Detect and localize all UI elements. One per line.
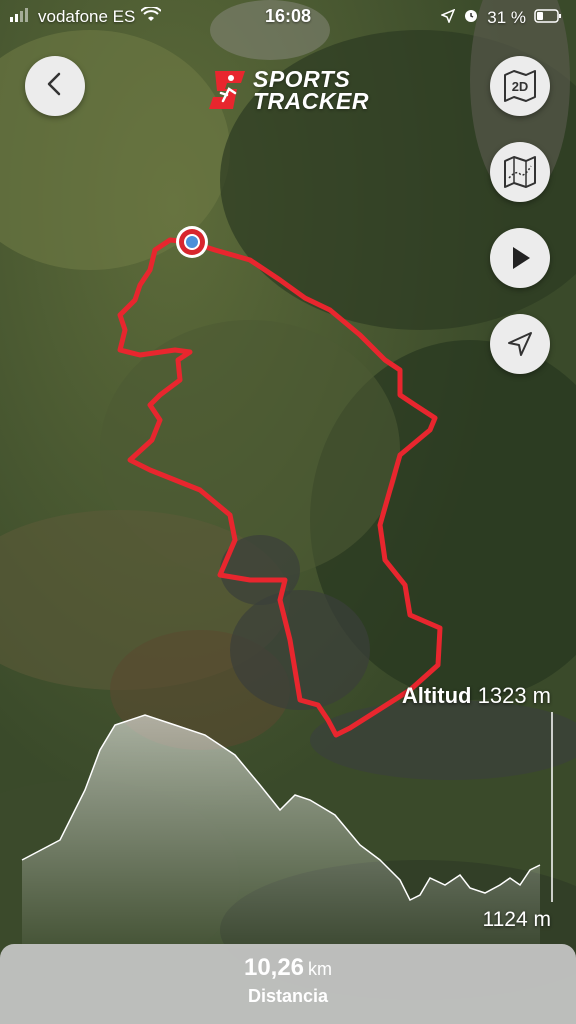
location-arrow-icon (440, 8, 456, 28)
distance-unit: km (308, 959, 333, 979)
distance-value-row: 10,26 km (0, 954, 576, 982)
play-button[interactable] (490, 228, 550, 288)
map-2d-icon: 2D (504, 70, 536, 102)
back-icon (44, 71, 66, 102)
logo-icon (209, 71, 245, 109)
locate-button[interactable] (490, 314, 550, 374)
map-style-button[interactable] (490, 142, 550, 202)
elevation-title: Altitud (401, 683, 472, 708)
distance-value: 10,26 (243, 954, 305, 981)
battery-icon (534, 8, 562, 28)
logo-text-line1: SPORTS (253, 66, 351, 92)
elevation-max-label: Altitud 1323 m (402, 683, 551, 709)
summary-panel[interactable]: 10,26 km Distancia (0, 944, 576, 1024)
distance-label: Distancia (247, 986, 329, 1006)
back-button[interactable] (25, 56, 85, 116)
logo-text-line2: TRACKER (253, 88, 369, 114)
mode-2d-label: 2D (512, 79, 529, 94)
alarm-icon (463, 7, 479, 28)
locate-icon (508, 332, 532, 356)
elevation-max-value: 1323 m (477, 683, 551, 708)
map-style-icon (504, 156, 536, 188)
status-bar: vodafone ES 16:08 31 % (0, 0, 576, 34)
play-icon (513, 247, 530, 269)
satellite-map[interactable] (0, 0, 576, 1024)
sports-tracker-logo: SPORTS TRACKER (207, 66, 369, 114)
start-marker (176, 226, 208, 258)
battery-percent: 31 % (487, 7, 526, 27)
elevation-min-value: 1124 m (482, 908, 552, 931)
view-mode-2d-button[interactable]: 2D (490, 56, 550, 116)
